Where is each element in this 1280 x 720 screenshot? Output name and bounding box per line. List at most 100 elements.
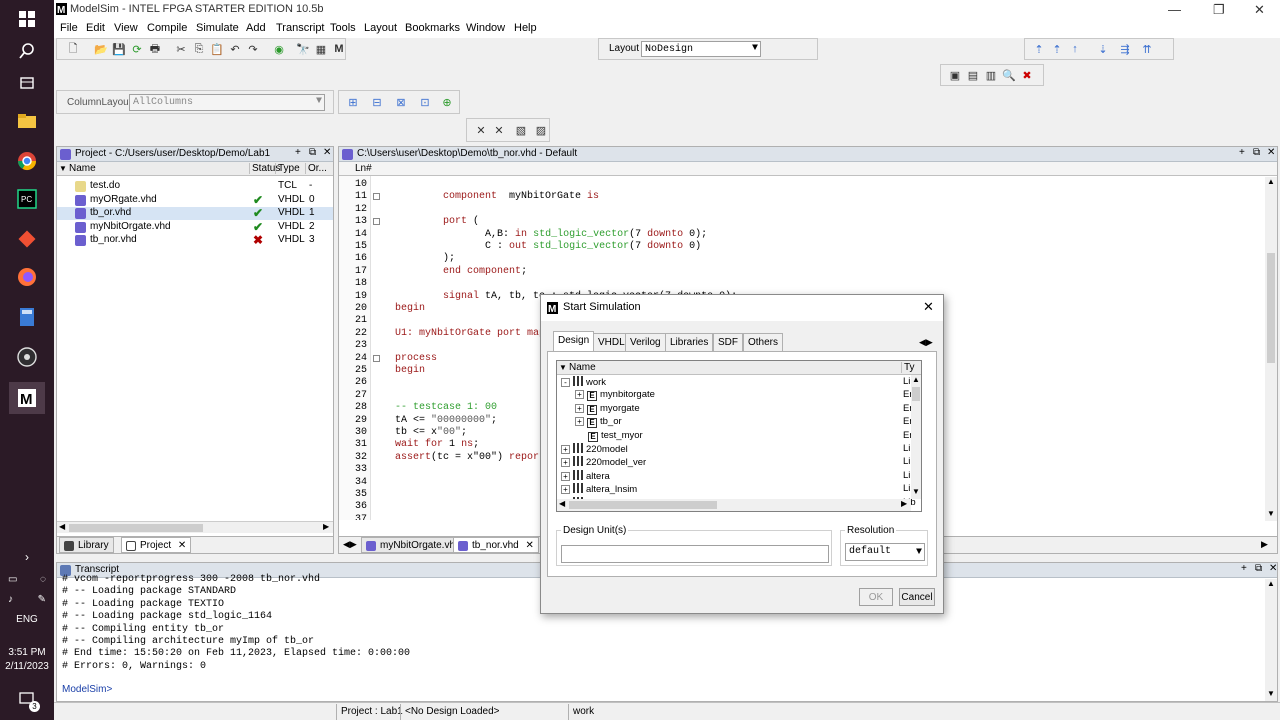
windows-start-icon[interactable] bbox=[14, 6, 40, 32]
restart-icon[interactable]: ⇈ bbox=[1139, 42, 1155, 56]
firefox-icon[interactable] bbox=[14, 264, 40, 290]
print-icon[interactable]: 🖶 bbox=[147, 42, 163, 56]
v-scroll-thumb[interactable] bbox=[1267, 253, 1275, 363]
col-type[interactable]: Type bbox=[275, 163, 300, 174]
chrome-icon[interactable] bbox=[14, 148, 40, 174]
redo-icon[interactable]: ↷ bbox=[245, 42, 261, 56]
tray-icons-2[interactable]: ♪ ✎ bbox=[8, 586, 46, 612]
scroll-up-icon[interactable]: ▲ bbox=[912, 375, 920, 384]
scroll-right-icon[interactable]: ▶ bbox=[901, 499, 907, 508]
edit-tool-icon-2[interactable]: ✕ bbox=[491, 123, 507, 137]
scroll-right-icon[interactable]: ▶ bbox=[323, 522, 329, 531]
tab-project[interactable]: Project ✕ bbox=[121, 537, 192, 553]
resolution-select[interactable]: default ▼ bbox=[845, 543, 925, 561]
menu-file[interactable]: File bbox=[60, 22, 78, 34]
tab-verilog[interactable]: Verilog bbox=[625, 333, 666, 351]
project-file-row[interactable]: tb_nor.vhd ✖ VHDL 3 bbox=[57, 233, 333, 247]
save-icon[interactable]: 💾 bbox=[111, 42, 127, 56]
col-order[interactable]: Or... bbox=[305, 163, 333, 174]
edit-tool-icon-1[interactable]: ✕ bbox=[473, 123, 489, 137]
scroll-up-icon[interactable]: ▲ bbox=[1267, 579, 1275, 588]
calculator-icon[interactable] bbox=[14, 304, 40, 330]
expand-icon[interactable]: + bbox=[561, 485, 570, 495]
add-to-project-icon[interactable]: ⊞ bbox=[345, 95, 361, 109]
tree-item-220model-ver[interactable]: +220model_ver bbox=[561, 456, 646, 469]
col-name[interactable]: Name bbox=[69, 163, 96, 174]
refresh-icon[interactable]: ⟳ bbox=[129, 42, 145, 56]
close-icon[interactable]: ✕ bbox=[923, 299, 934, 315]
tab-libraries[interactable]: Libraries bbox=[665, 333, 714, 351]
cancel-button[interactable]: Cancel bbox=[899, 588, 935, 606]
modelsim-icon[interactable]: M bbox=[331, 42, 347, 56]
modelsim-taskbar-icon[interactable]: M bbox=[9, 382, 45, 414]
tree-item-work[interactable]: - work bbox=[561, 376, 606, 389]
close-pane-icon[interactable]: ✕ bbox=[1269, 563, 1277, 574]
tab-design[interactable]: Design bbox=[553, 331, 595, 351]
project-h-scrollbar[interactable]: ◀ ▶ bbox=[57, 521, 333, 533]
project-tool-icon-2[interactable]: ⊟ bbox=[369, 95, 385, 109]
expand-icon[interactable]: + bbox=[575, 417, 584, 427]
layout-select[interactable]: NoDesign ▼ bbox=[641, 41, 761, 57]
menu-view[interactable]: View bbox=[114, 22, 138, 34]
dock-icon[interactable]: + bbox=[1239, 147, 1245, 158]
close-tab-icon[interactable]: ✕ bbox=[526, 540, 534, 551]
copy-icon[interactable]: ⎘ bbox=[191, 42, 207, 56]
project-file-row[interactable]: test.do TCL - bbox=[57, 180, 333, 193]
scroll-thumb[interactable] bbox=[69, 524, 203, 532]
expand-icon[interactable]: + bbox=[561, 445, 570, 454]
tree-v-scrollbar[interactable]: ▲ ▼ bbox=[911, 375, 921, 499]
git-icon[interactable] bbox=[14, 226, 40, 252]
tree-h-thumb[interactable] bbox=[569, 501, 717, 509]
close-icon[interactable]: ✕ bbox=[1254, 2, 1265, 18]
task-view-icon[interactable] bbox=[14, 70, 40, 96]
expand-icon[interactable]: + bbox=[575, 403, 584, 413]
obs-icon[interactable] bbox=[14, 344, 40, 370]
project-tool-icon-5[interactable]: ⊕ bbox=[439, 95, 455, 109]
new-file-icon[interactable]: 🗋 bbox=[65, 42, 81, 56]
tree-col-name[interactable]: Name bbox=[569, 362, 596, 373]
menu-layout[interactable]: Layout bbox=[364, 22, 397, 34]
step-out-icon[interactable]: ↑ bbox=[1067, 42, 1083, 56]
tree-item-tb-or[interactable]: + Etb_or bbox=[575, 416, 622, 429]
undo-icon[interactable]: ↶ bbox=[227, 42, 243, 56]
menu-window[interactable]: Window bbox=[466, 22, 505, 34]
menu-help[interactable]: Help bbox=[514, 22, 537, 34]
tree-item-mynbitorgate[interactable]: + Emynbitorgate bbox=[575, 389, 655, 402]
find-icon[interactable]: 🔭 bbox=[295, 42, 311, 56]
project-tool-icon-4[interactable]: ⊡ bbox=[417, 95, 433, 109]
design-units-input[interactable] bbox=[561, 545, 829, 563]
project-file-row[interactable]: myORgate.vhd ✔ VHDL 0 bbox=[57, 193, 333, 207]
expand-icon[interactable]: + bbox=[561, 458, 570, 468]
menu-edit[interactable]: Edit bbox=[86, 22, 105, 34]
fold-toggle-icon[interactable] bbox=[373, 218, 380, 226]
tree-item-altera[interactable]: + altera bbox=[561, 469, 610, 483]
scroll-up-icon[interactable]: ▲ bbox=[1267, 177, 1275, 186]
search-icon[interactable] bbox=[14, 38, 40, 64]
tree-col-type[interactable]: Ty bbox=[901, 362, 915, 373]
expand-icon[interactable]: + bbox=[575, 390, 584, 400]
step-icon[interactable]: ⇡ bbox=[1031, 42, 1047, 56]
step-over-icon[interactable]: ⇡ bbox=[1049, 42, 1065, 56]
expand-icon[interactable]: + bbox=[561, 471, 570, 481]
project-tool-icon-3[interactable]: ⊠ bbox=[393, 95, 409, 109]
scroll-left-icon[interactable]: ◀ bbox=[559, 499, 565, 508]
tree-item-altera-lnsim[interactable]: + altera_lnsim bbox=[561, 483, 637, 496]
tab-mynbitorgate[interactable]: myNbitOrgate.vhd bbox=[361, 537, 466, 553]
transcript-v-scrollbar[interactable]: ▲ ▼ bbox=[1265, 579, 1277, 701]
tree-item-myorgate[interactable]: + Emyorgate bbox=[575, 403, 640, 416]
menu-compile[interactable]: Compile bbox=[147, 22, 187, 34]
debug-tool-icon-3[interactable]: ▥ bbox=[983, 68, 999, 82]
file-explorer-icon[interactable] bbox=[14, 108, 40, 134]
continue-icon[interactable]: ⇶ bbox=[1117, 42, 1133, 56]
debug-tool-icon-2[interactable]: ▤ bbox=[965, 68, 981, 82]
maximize-icon[interactable]: ❐ bbox=[1213, 2, 1225, 18]
menu-bookmarks[interactable]: Bookmarks bbox=[405, 22, 460, 34]
column-layout-select[interactable]: AllColumns ▼ bbox=[129, 94, 325, 111]
dock-icon[interactable]: + bbox=[1241, 563, 1247, 574]
close-pane-icon[interactable]: ✕ bbox=[1267, 147, 1275, 158]
tree-item-220model[interactable]: +220model bbox=[561, 443, 628, 456]
cut-icon[interactable]: ✂ bbox=[173, 42, 189, 56]
debug-tool-icon-4[interactable]: 🔍 bbox=[1001, 68, 1017, 82]
menu-transcript[interactable]: Transcript bbox=[276, 22, 325, 34]
undock-icon[interactable]: ⧉ bbox=[1255, 563, 1262, 574]
